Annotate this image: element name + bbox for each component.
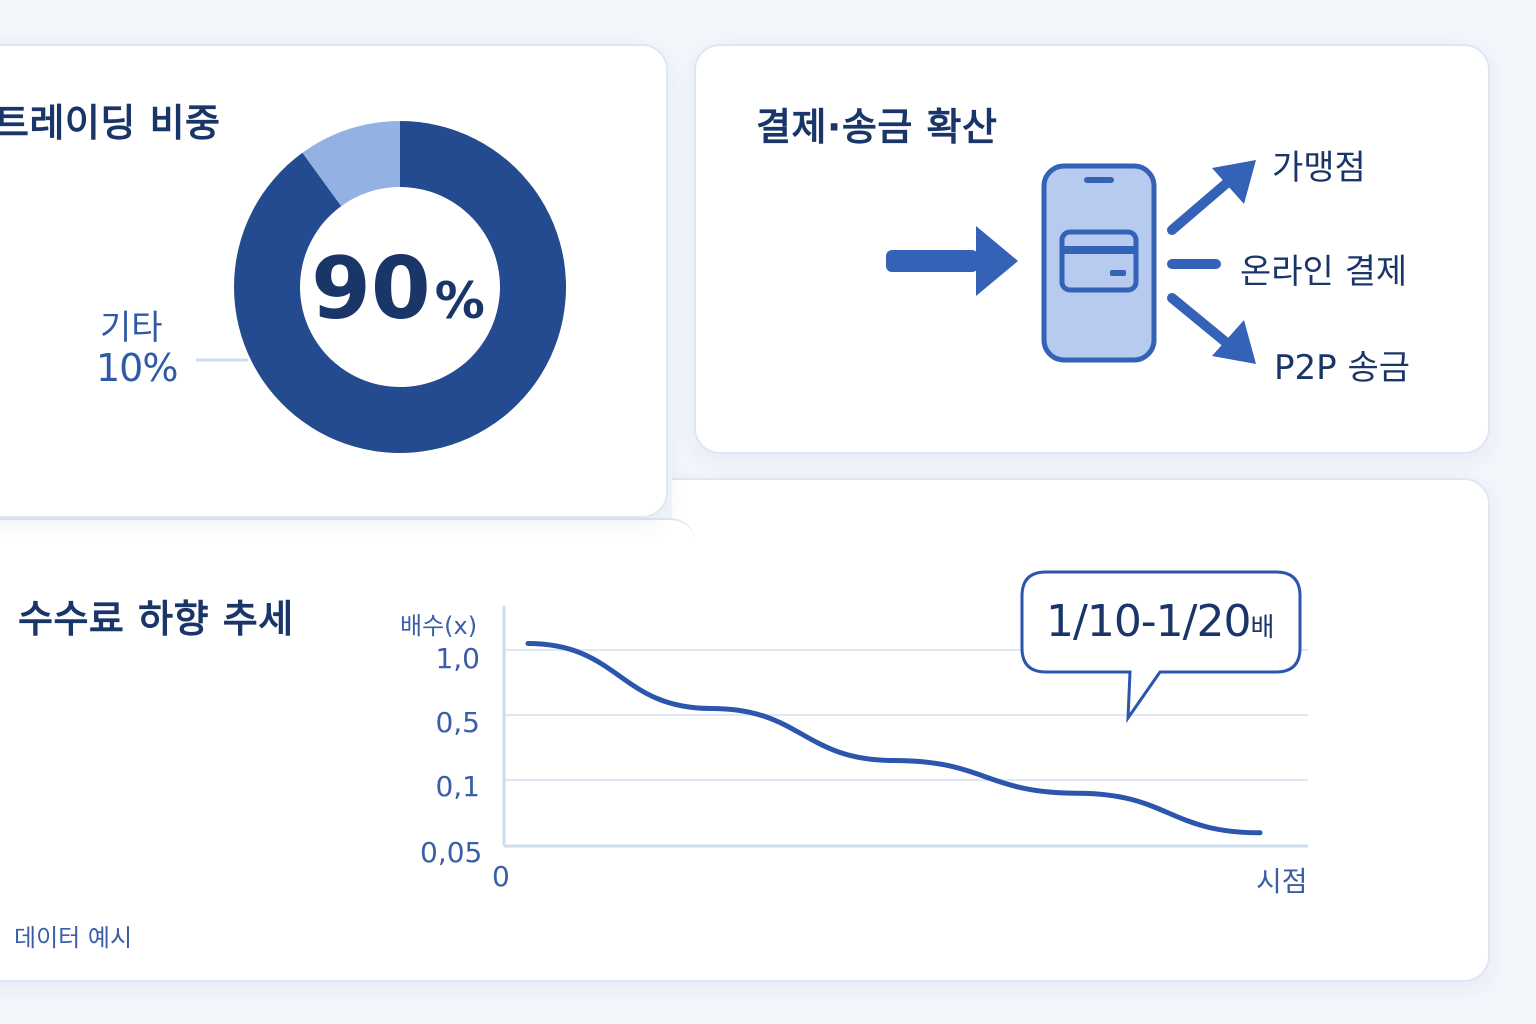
fee-line-chart [502, 570, 1308, 848]
callout-unit: 배 [1250, 613, 1275, 643]
data-example-footnote: 데이터 예시 [14, 924, 133, 952]
callout-ratio: 1/10-1/20 [1046, 596, 1251, 647]
callout-label: 1/10-1/20배 [1046, 596, 1275, 647]
